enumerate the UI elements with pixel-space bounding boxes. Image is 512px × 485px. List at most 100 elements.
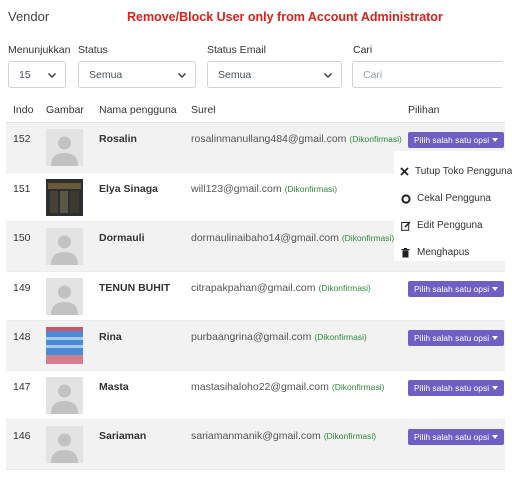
search-placeholder: Cari <box>363 68 383 81</box>
header-username: Nama pengguna <box>99 104 177 116</box>
row-username: Rosalin <box>99 133 137 145</box>
row-username: Elya Sinaga <box>99 182 158 195</box>
user-photo <box>46 327 83 364</box>
caret-down-icon <box>492 336 499 340</box>
caret-down-icon <box>492 385 499 390</box>
row-index: 147 <box>13 380 31 393</box>
menu-item-label: Edit Pengguna <box>417 220 483 231</box>
row-username: Dormauli <box>99 232 145 244</box>
row-email: purbaangrina@gmail.com (Dikonfirmasi) <box>191 331 367 343</box>
row-username: Sariaman <box>99 430 147 442</box>
options-button-label: Pilih salah satu opsi <box>414 283 490 294</box>
chevron-down-icon <box>324 73 332 78</box>
email-text: sariamanmanik@gmail.com <box>191 430 321 442</box>
options-button[interactable]: Pilih salah satu opsi <box>408 330 505 346</box>
table-row: 147 Masta mastasihaloho22@gmail.com (Dikonf… <box>6 371 505 420</box>
user-placeholder-icon <box>46 228 83 265</box>
options-button[interactable]: Pilih salah satu opsi <box>408 132 505 148</box>
email-text: will123@gmail.com <box>191 182 282 195</box>
row-index: 152 <box>13 133 31 145</box>
menu-item-delete[interactable]: Menghapus <box>394 239 512 266</box>
show-label: Menunjukkan <box>8 44 71 56</box>
email-text: purbaangrina@gmail.com <box>191 331 312 343</box>
page-title: Vendor <box>8 9 50 24</box>
row-email: dormaulinaibaho14@gmail.com (Dikonfirmasi… <box>191 232 394 244</box>
row-username: Rina <box>99 331 122 343</box>
options-button-label: Pilih salah satu opsi <box>414 135 490 145</box>
menu-item-label: Menghapus <box>417 247 470 258</box>
table-header: Indo Gambar Nama pengguna Surel Pilihan <box>6 96 505 123</box>
row-index: 150 <box>13 232 31 244</box>
avatar <box>46 178 83 216</box>
avatar <box>46 277 83 315</box>
confirmed-badge: (Dikonfirmasi) <box>349 134 402 144</box>
table-row: 148 Rina purbaangrina@gmail.com (Dikonfirma… <box>6 321 505 371</box>
confirmed-badge: (Dikonfirmasi) <box>284 183 338 194</box>
close-icon <box>400 166 409 177</box>
options-button[interactable]: Pilih salah satu opsi <box>408 280 505 297</box>
header-image: Gambar <box>46 104 84 116</box>
user-photo <box>46 178 83 216</box>
row-email: rosalinmanullang484@gmail.com (Dikonfirma… <box>191 133 402 145</box>
table-row: 146 Sariaman sariamanmanik@gmail.com (Dikon… <box>6 420 505 470</box>
options-button-label: Pilih salah satu opsi <box>414 432 490 442</box>
header-email: Surel <box>191 104 216 116</box>
avatar <box>46 376 83 414</box>
row-email: sariamanmanik@gmail.com (Dikonfirmasi) <box>191 430 376 442</box>
status-value: Semua <box>89 68 123 81</box>
options-button-label: Pilih salah satu opsi <box>414 382 490 393</box>
avatar <box>46 129 83 166</box>
email-text: citrapakpahan@gmail.com <box>191 281 316 294</box>
options-button-label: Pilih salah satu opsi <box>414 333 490 343</box>
row-email: mastasihaloho22@gmail.com (Dikonfirmasi) <box>191 381 384 393</box>
show-select[interactable]: 15 <box>8 61 66 88</box>
search-input[interactable]: Cari <box>352 61 502 88</box>
caret-down-icon <box>492 286 499 291</box>
options-button[interactable]: Pilih salah satu opsi <box>408 379 505 396</box>
header-options: Pilihan <box>408 104 440 116</box>
confirmed-badge: (Dikonfirmasi) <box>318 282 371 293</box>
status-select[interactable]: Semua <box>78 61 196 88</box>
status-label: Status <box>78 44 108 56</box>
email-text: dormaulinaibaho14@gmail.com <box>191 232 339 244</box>
avatar <box>46 327 83 364</box>
header-index: Indo <box>13 104 34 116</box>
email-status-label: Status Email <box>207 44 266 56</box>
confirmed-badge: (Dikonfirmasi) <box>331 381 385 392</box>
chevron-down-icon <box>178 73 186 78</box>
admin-warning: Remove/Block User only from Account Admi… <box>127 10 443 24</box>
user-placeholder-icon <box>46 426 83 463</box>
row-index: 146 <box>13 430 31 442</box>
ban-icon <box>400 193 411 204</box>
row-email: citrapakpahan@gmail.com (Dikonfirmasi) <box>191 282 371 294</box>
avatar <box>46 228 83 265</box>
row-username: Masta <box>99 380 129 393</box>
edit-icon <box>400 220 411 231</box>
search-label: Cari <box>353 44 373 56</box>
email-status-select[interactable]: Semua <box>207 61 342 88</box>
menu-item-edit-user[interactable]: Edit Pengguna <box>394 212 512 239</box>
row-index: 148 <box>13 331 31 343</box>
options-dropdown-menu: Tutup Toko Pengguna Cekal Pengguna Edit … <box>394 151 512 261</box>
table-row: 149 TENUN BUHIT citrapakpahan@gmail.com (Di… <box>6 272 505 321</box>
avatar <box>46 426 83 463</box>
email-status-value: Semua <box>218 68 252 81</box>
confirmed-badge: (Dikonfirmasi) <box>323 431 377 441</box>
user-placeholder-icon <box>46 129 83 166</box>
caret-down-icon <box>492 138 499 142</box>
menu-item-close-store[interactable]: Tutup Toko Pengguna <box>394 158 512 185</box>
confirmed-badge: (Dikonfirmasi) <box>314 332 367 342</box>
user-placeholder-icon <box>46 277 83 315</box>
chevron-down-icon <box>48 73 56 78</box>
caret-down-icon <box>492 435 499 439</box>
row-email: will123@gmail.com (Dikonfirmasi) <box>191 183 337 195</box>
email-text: mastasihaloho22@gmail.com <box>191 380 329 393</box>
menu-item-label: Cekal Pengguna <box>417 193 491 204</box>
menu-item-label: Tutup Toko Pengguna <box>415 166 512 177</box>
user-placeholder-icon <box>46 376 83 414</box>
row-username: TENUN BUHIT <box>99 281 171 294</box>
menu-item-ban-user[interactable]: Cekal Pengguna <box>394 185 512 212</box>
email-text: rosalinmanullang484@gmail.com <box>191 133 347 145</box>
options-button[interactable]: Pilih salah satu opsi <box>408 429 505 445</box>
trash-icon <box>400 247 411 258</box>
